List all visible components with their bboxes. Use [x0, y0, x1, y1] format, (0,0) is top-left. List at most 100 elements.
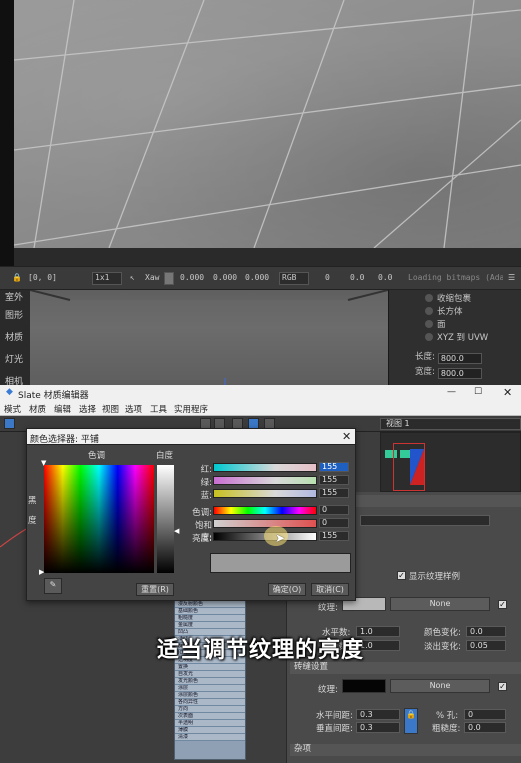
close-icon[interactable]: ✕ — [342, 430, 351, 443]
h-gap-field[interactable]: 0.3 — [356, 709, 400, 720]
node-socket[interactable]: 置换 — [175, 664, 245, 671]
menu-utilities[interactable]: 实用程序 — [174, 403, 208, 415]
whiteness-marker-icon[interactable]: ◀ — [174, 527, 179, 535]
width-field[interactable]: 800.0 — [437, 368, 482, 379]
coords-readout: [0, 0] — [28, 273, 57, 282]
node-socket[interactable]: 半透明 — [175, 720, 245, 727]
hue-label: 色调 — [88, 451, 106, 461]
hue-field[interactable]: 0 — [319, 505, 349, 515]
slate-title: Slate 材质编辑器 — [18, 391, 89, 401]
menu-mode[interactable]: 模式 — [4, 403, 21, 415]
viewport-perspective[interactable] — [0, 0, 521, 266]
zoom-value: 1x1 — [95, 273, 110, 282]
blue-field[interactable]: 155 — [319, 488, 349, 498]
misc-section-header[interactable]: 杂项 — [290, 744, 521, 756]
node-socket[interactable]: 各向异性 — [175, 699, 245, 706]
slate-titlebar: ◆ Slate 材质编辑器 — ☐ ✕ — [0, 385, 521, 402]
floor-tile-render — [14, 0, 521, 248]
grout-enable-checkbox[interactable]: ✓ — [498, 682, 507, 691]
node-socket[interactable]: 次表面 — [175, 713, 245, 720]
node-socket[interactable]: 涂层 — [175, 685, 245, 692]
material-node[interactable]: 漫反射颜色 基础颜色 粗糙度 金属度 凹凸 法线 反射颜色 IOR 透明度 置换… — [174, 600, 246, 760]
view-select[interactable]: 视图 1 — [380, 418, 521, 430]
value-label: 亮度: — [192, 534, 212, 544]
length-field[interactable]: 800.0 — [437, 353, 482, 364]
saturation-field[interactable]: 0 — [319, 518, 349, 528]
node-socket[interactable]: 自发光 — [175, 671, 245, 678]
green-slider[interactable] — [213, 476, 317, 485]
menu-select[interactable]: 选择 — [79, 403, 96, 415]
z-value: 0.000 — [245, 273, 270, 282]
mode-swatch[interactable] — [164, 272, 174, 285]
grout-color-swatch[interactable] — [342, 679, 386, 693]
length-row: 长度: 800.0 — [415, 350, 482, 364]
red-slider[interactable] — [213, 463, 317, 472]
v-gap-field[interactable]: 0.3 — [356, 722, 400, 733]
whiteness-label: 白度 — [156, 451, 174, 461]
node-socket[interactable]: 基础颜色 — [175, 608, 245, 615]
node-socket[interactable]: 粗糙度 — [175, 615, 245, 622]
ok-button[interactable]: 确定(O) — [268, 583, 306, 596]
minimize-icon[interactable]: — — [447, 387, 456, 397]
color-picker-title: 颜色选择器: 平铺 — [30, 435, 99, 445]
menu-icon[interactable]: ☰ — [508, 273, 515, 282]
left-label-shapes[interactable]: 图形 — [5, 308, 23, 321]
left-label-materials[interactable]: 材质 — [5, 330, 23, 343]
holes-field[interactable]: 0 — [464, 709, 506, 720]
texture-map-button[interactable]: None — [390, 597, 490, 611]
menu-options[interactable]: 选项 — [125, 403, 142, 415]
node-socket[interactable]: 清漆 — [175, 734, 245, 741]
hue-saturation-field[interactable] — [44, 465, 154, 573]
radio-box[interactable]: 长方体 — [425, 305, 463, 317]
rough-label: 粗糙度: — [432, 724, 461, 734]
radio-label: XYZ 到 UVW — [437, 333, 489, 343]
maximize-icon[interactable]: ☐ — [474, 387, 482, 397]
video-subtitle: 适当调节纹理的亮度 — [156, 638, 364, 663]
menu-view[interactable]: 视图 — [102, 403, 119, 415]
select-tool-icon[interactable] — [4, 418, 15, 429]
node-socket[interactable]: 金属度 — [175, 622, 245, 629]
node-socket[interactable]: 薄膜 — [175, 727, 245, 734]
color-preview-swatch — [210, 553, 351, 573]
radio-label: 长方体 — [437, 307, 463, 317]
menu-edit[interactable]: 编辑 — [54, 403, 71, 415]
texture-enable-checkbox[interactable]: ✓ — [498, 600, 507, 609]
radio-face[interactable]: 面 — [425, 318, 446, 330]
left-label-exterior[interactable]: 室外 — [5, 290, 23, 303]
node-socket[interactable]: 漫反射颜色 — [175, 601, 245, 608]
saturation-slider[interactable] — [213, 519, 317, 528]
mouse-cursor-icon: ➤ — [275, 531, 286, 545]
reset-button[interactable]: 重置(R) — [136, 583, 174, 596]
cancel-button[interactable]: 取消(C) — [311, 583, 349, 596]
menu-tools[interactable]: 工具 — [150, 403, 167, 415]
red-field[interactable]: 155 — [319, 462, 349, 472]
blue-label: 蓝: — [200, 491, 212, 501]
hue-slider[interactable] — [213, 506, 317, 515]
radio-xyz-uvw[interactable]: XYZ 到 UVW — [425, 331, 488, 343]
radio-shrinkwrap[interactable]: 收缩包裹 — [425, 292, 471, 304]
left-label-lights[interactable]: 灯光 — [5, 352, 23, 365]
close-icon[interactable]: ✕ — [503, 386, 512, 399]
app-icon: ◆ — [6, 387, 13, 397]
texture-label: 纹理: — [318, 603, 338, 613]
misc-section-title: 杂项 — [294, 744, 312, 754]
blackness-marker-icon[interactable]: ▶ — [39, 568, 44, 576]
node-socket[interactable]: 涂层颜色 — [175, 692, 245, 699]
menu-material[interactable]: 材质 — [29, 403, 46, 415]
blue-slider[interactable] — [213, 489, 317, 498]
gap-lock-icon[interactable]: 🔒 — [404, 708, 418, 734]
lock-icon[interactable]: 🔒 — [12, 273, 22, 282]
rough-field[interactable]: 0.0 — [464, 722, 506, 733]
pick-icon[interactable]: ↖ — [130, 273, 135, 282]
show-texture-checkbox[interactable]: ✓ — [397, 571, 406, 580]
value-field[interactable]: 155 — [319, 531, 349, 541]
node-socket[interactable]: 发光颜色 — [175, 678, 245, 685]
green-field[interactable]: 155 — [319, 475, 349, 485]
width-label: 宽度: — [415, 367, 435, 377]
node-socket[interactable]: 方向 — [175, 706, 245, 713]
eyedropper-icon[interactable]: ✎ — [44, 578, 62, 594]
whiteness-bar[interactable] — [157, 465, 174, 573]
navigator-view[interactable] — [380, 432, 521, 492]
grout-map-button[interactable]: None — [390, 679, 490, 693]
material-name-field[interactable] — [360, 515, 490, 526]
